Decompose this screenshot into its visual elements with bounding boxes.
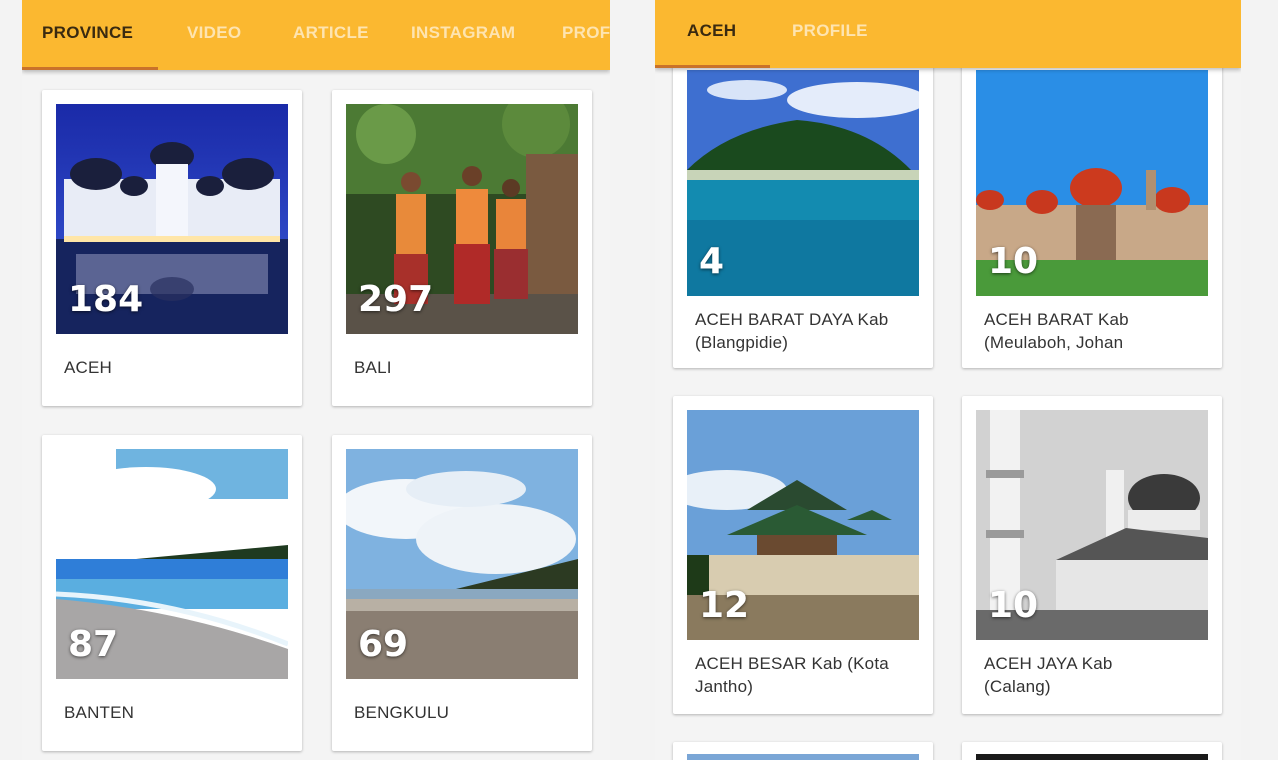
province-image: 184 (56, 104, 288, 334)
tab-instagram[interactable]: INSTAGRAM (411, 0, 515, 70)
post-count: 12 (699, 585, 750, 626)
regency-image: 10 (976, 410, 1208, 640)
regency-name-line1: ACEH BESAR Kab (Kota (695, 654, 889, 673)
regency-name-line1: ACEH BARAT Kab (984, 310, 1129, 329)
post-count: 69 (358, 624, 409, 665)
regency-name: ACEH BARAT DAYA Kab (Blangpidie) (695, 308, 888, 354)
post-count: 10 (988, 585, 1039, 626)
regency-name-line2: (Blangpidie) (695, 333, 789, 352)
tab-profile[interactable]: PROF (562, 0, 610, 70)
province-image: 87 (56, 449, 288, 679)
regency-image: 10 (976, 70, 1208, 296)
province-card-aceh[interactable]: 184 ACEH (42, 90, 302, 406)
active-tab-indicator (22, 67, 158, 70)
province-card-banten[interactable]: 87 BANTEN (42, 435, 302, 751)
province-card-bengkulu[interactable]: 69 BENGKULU (332, 435, 592, 751)
province-tab-bar: PROVINCE VIDEO ARTICLE INSTAGRAM PROF (22, 0, 610, 70)
post-count: 297 (358, 279, 434, 320)
regency-name-line2: (Meulaboh, Johan (984, 333, 1124, 352)
province-image: 69 (346, 449, 578, 679)
province-name: BALI (354, 358, 392, 377)
tab-province[interactable]: PROVINCE (42, 0, 133, 70)
post-count: 10 (988, 241, 1039, 282)
regency-card-aceh-barat[interactable]: 10 ACEH BARAT Kab (Meulaboh, Johan (962, 50, 1222, 368)
regency-name-line1: ACEH JAYA Kab (984, 654, 1113, 673)
tab-aceh[interactable]: ACEH (687, 0, 736, 68)
regency-card-next[interactable] (962, 742, 1222, 760)
regency-name: ACEH BESAR Kab (Kota Jantho) (695, 652, 889, 698)
regency-name-line2: (Calang) (984, 677, 1051, 696)
regency-name: ACEH BARAT Kab (Meulaboh, Johan (984, 308, 1129, 354)
regency-image: 4 (687, 70, 919, 296)
province-panel: PROVINCE VIDEO ARTICLE INSTAGRAM PROF 18… (22, 0, 610, 760)
regency-image: 12 (687, 410, 919, 640)
regency-image (687, 754, 919, 760)
province-image: 297 (346, 104, 578, 334)
regency-card-aceh-barat-daya[interactable]: 4 ACEH BARAT DAYA Kab (Blangpidie) (673, 50, 933, 368)
post-count: 184 (68, 279, 144, 320)
regency-image (976, 754, 1208, 760)
regency-card-aceh-jaya[interactable]: 10 ACEH JAYA Kab (Calang) (962, 396, 1222, 714)
active-tab-indicator (655, 65, 770, 68)
regency-panel: ACEH PROFILE 4 ACEH BARAT DAYA Kab (Blan… (655, 0, 1241, 760)
province-name: BENGKULU (354, 703, 450, 722)
regency-card-aceh-besar[interactable]: 12 ACEH BESAR Kab (Kota Jantho) (673, 396, 933, 714)
tab-video[interactable]: VIDEO (187, 0, 241, 70)
tab-profile[interactable]: PROFILE (792, 0, 868, 68)
regency-name: ACEH JAYA Kab (Calang) (984, 652, 1113, 698)
province-name: BANTEN (64, 703, 135, 722)
post-count: 4 (699, 241, 725, 282)
province-card-bali[interactable]: 297 BALI (332, 90, 592, 406)
regency-name-line2: Jantho) (695, 677, 754, 696)
regency-card-next[interactable] (673, 742, 933, 760)
province-name: ACEH (64, 358, 113, 377)
tab-article[interactable]: ARTICLE (293, 0, 369, 70)
post-count: 87 (68, 624, 119, 665)
regency-tab-bar: ACEH PROFILE (655, 0, 1241, 68)
regency-name-line1: ACEH BARAT DAYA Kab (695, 310, 889, 329)
